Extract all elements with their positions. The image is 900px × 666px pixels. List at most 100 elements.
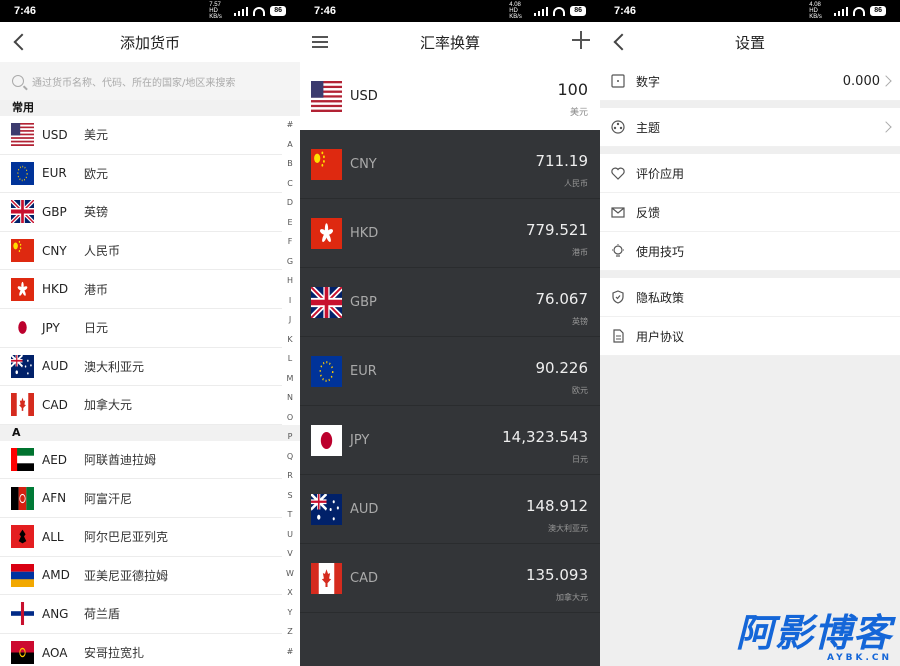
currency-row-cad[interactable]: CAD 加拿大元 [0,386,282,425]
rate-row-cad[interactable]: CAD 135.093 加拿大元 [300,544,600,613]
rate-row-aud[interactable]: AUD 148.912 澳大利亚元 [300,475,600,544]
currency-unit: 加拿大元 [556,593,588,602]
alphabet-letter[interactable]: W [286,564,294,584]
alphabet-letter[interactable]: Z [287,622,292,642]
setting-privacy[interactable]: 隐私政策 [600,278,900,317]
alphabet-letter[interactable]: N [287,388,293,408]
currency-value[interactable]: 100 [557,80,588,99]
alphabet-letter[interactable]: L [288,349,292,369]
alphabet-letter[interactable]: C [287,174,293,194]
alphabet-letter[interactable]: D [287,193,293,213]
battery-icon: 86 [570,6,586,16]
search-input[interactable]: 通过货币名称、代码、所在的国家/地区来搜索 [0,62,300,100]
currency-row-aed[interactable]: AED 阿联酋迪拉姆 [0,441,282,480]
flag-icon [11,525,34,549]
rate-row-gbp[interactable]: GBP 76.067 英镑 [300,268,600,337]
lightbulb-icon [610,243,626,259]
flag-icon [11,200,34,224]
add-currency-screen: 7:46 7.57 HD KB/s 86 添加货币 通过货币名称、代码、所在的国… [0,0,300,666]
alphabet-letter[interactable]: E [287,213,292,233]
alphabet-letter[interactable]: M [287,369,294,389]
currency-row-aud[interactable]: AUD 澳大利亚元 [0,348,282,387]
currency-code: USD [42,127,68,142]
alphabet-letter[interactable]: J [289,310,291,330]
alphabet-letter[interactable]: U [287,525,293,545]
alphabet-letter[interactable]: R [287,466,293,486]
alphabet-letter[interactable]: T [288,505,293,525]
flag-icon [11,486,34,510]
currency-row-afn[interactable]: AFN 阿富汗尼 [0,479,282,518]
rate-row-hkd[interactable]: HKD 779.521 港币 [300,199,600,268]
network-speed: 4.08 HD KB/s [809,2,822,20]
setting-feedback-label: 反馈 [636,205,661,220]
currency-row-hkd[interactable]: HKD 港币 [0,270,282,309]
currency-row-ang[interactable]: ANG 荷兰盾 [0,595,282,634]
alphabet-letter[interactable]: F [288,232,293,252]
flag-icon [11,393,34,417]
rate-row-eur[interactable]: EUR 90.226 欧元 [300,337,600,406]
flag-icon [11,563,34,587]
currency-name: 港币 [84,282,109,297]
status-time: 7:46 [14,5,37,17]
alphabet-letter[interactable]: X [287,583,292,603]
rate-row-jpy[interactable]: JPY 14,323.543 日元 [300,406,600,475]
alphabet-letter[interactable]: K [287,330,292,350]
setting-feedback[interactable]: 反馈 [600,193,900,232]
page-title: 设置 [734,33,765,52]
alphabet-letter[interactable]: O [287,408,293,428]
currency-row-gbp[interactable]: GBP 英镑 [0,193,282,232]
battery-icon: 86 [870,6,886,16]
currency-code: GBP [42,204,67,219]
alphabet-letter[interactable]: Y [288,603,293,623]
currency-value: 148.912 [525,497,588,515]
currency-value: 14,323.543 [502,428,588,446]
base-currency-row[interactable]: USD 100 美元 [300,62,600,130]
setting-number[interactable]: 数字 0.000 [600,62,900,101]
currency-code: CNY [350,156,377,172]
alphabet-letter[interactable]: V [287,544,292,564]
status-time: 7:46 [614,5,637,17]
alphabet-letter[interactable]: B [287,154,293,174]
currency-code: GBP [350,294,377,310]
flag-icon [11,161,34,185]
currency-row-aoa[interactable]: AOA 安哥拉宽扎 [0,634,282,666]
currency-row-eur[interactable]: EUR 欧元 [0,155,282,194]
setting-theme[interactable]: 主题 [600,108,900,147]
currency-row-all[interactable]: ALL 阿尔巴尼亚列克 [0,518,282,557]
flag-icon [311,286,342,318]
alphabet-letter[interactable]: I [289,291,291,311]
currency-unit: 澳大利亚元 [548,524,588,533]
search-icon [12,75,24,87]
setting-tips[interactable]: 使用技巧 [600,232,900,271]
alphabet-index[interactable]: # A B C D E F G H I J K L M N O P Q R S T U V W X Y Z # [284,115,296,661]
alphabet-letter[interactable]: S [287,486,292,506]
alphabet-letter[interactable]: # [287,642,294,662]
flag-icon [11,602,34,626]
flag-icon [11,448,34,472]
alphabet-letter[interactable]: P [288,427,293,447]
alphabet-letter[interactable]: # [287,115,294,135]
back-button[interactable] [612,32,631,51]
plus-icon [572,31,590,49]
signal-icon [534,6,549,16]
flag-icon [11,277,34,301]
setting-agreement[interactable]: 用户协议 [600,317,900,356]
add-currency-button[interactable] [572,31,590,49]
alphabet-letter[interactable]: Q [287,447,293,467]
setting-tips-label: 使用技巧 [636,244,685,259]
alphabet-letter[interactable]: G [287,252,293,272]
alphabet-letter[interactable]: H [287,271,293,291]
back-button[interactable] [12,32,31,51]
mail-icon [610,204,626,220]
currency-name: 荷兰盾 [84,607,121,622]
alphabet-letter[interactable]: A [287,135,292,155]
currency-row-cny[interactable]: CNY 人民币 [0,232,282,271]
rate-row-cny[interactable]: CNY 711.19 人民币 [300,130,600,199]
currency-row-jpy[interactable]: JPY 日元 [0,309,282,348]
setting-rate-app[interactable]: 评价应用 [600,154,900,193]
menu-button[interactable] [312,32,328,48]
currency-value: 76.067 [535,290,589,308]
currency-row-amd[interactable]: AMD 亚美尼亚德拉姆 [0,557,282,596]
currency-row-usd[interactable]: USD 美元 [0,116,282,155]
setting-number-value: 0.000 [842,73,880,89]
